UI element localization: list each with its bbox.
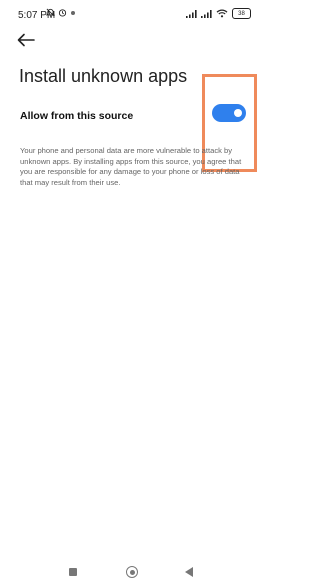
back-button[interactable] — [17, 33, 39, 51]
home-dot — [129, 569, 135, 575]
battery-level: 38 — [238, 10, 245, 17]
recents-square-icon[interactable] — [69, 568, 77, 576]
battery-icon: 38 — [232, 8, 251, 19]
alarm-off-icon — [46, 8, 55, 17]
status-left-icons — [46, 8, 76, 17]
allow-source-label: Allow from this source — [20, 110, 134, 122]
status-bar: 5:07 PM 38 — [0, 0, 265, 28]
page-title: Install unknown apps — [19, 66, 188, 86]
signal-icon — [186, 9, 197, 18]
dot-icon — [71, 10, 75, 15]
wifi-icon — [216, 9, 228, 18]
navigation-bar — [0, 560, 265, 584]
back-triangle-icon[interactable] — [185, 567, 193, 577]
warning-text: Your phone and personal data are more vu… — [20, 146, 242, 187]
back-arrow-icon — [17, 33, 35, 47]
alarm-clock-icon — [58, 9, 67, 17]
status-right-icons: 38 — [186, 8, 251, 19]
signal-icon — [201, 9, 212, 18]
home-circle-icon[interactable] — [126, 566, 138, 578]
